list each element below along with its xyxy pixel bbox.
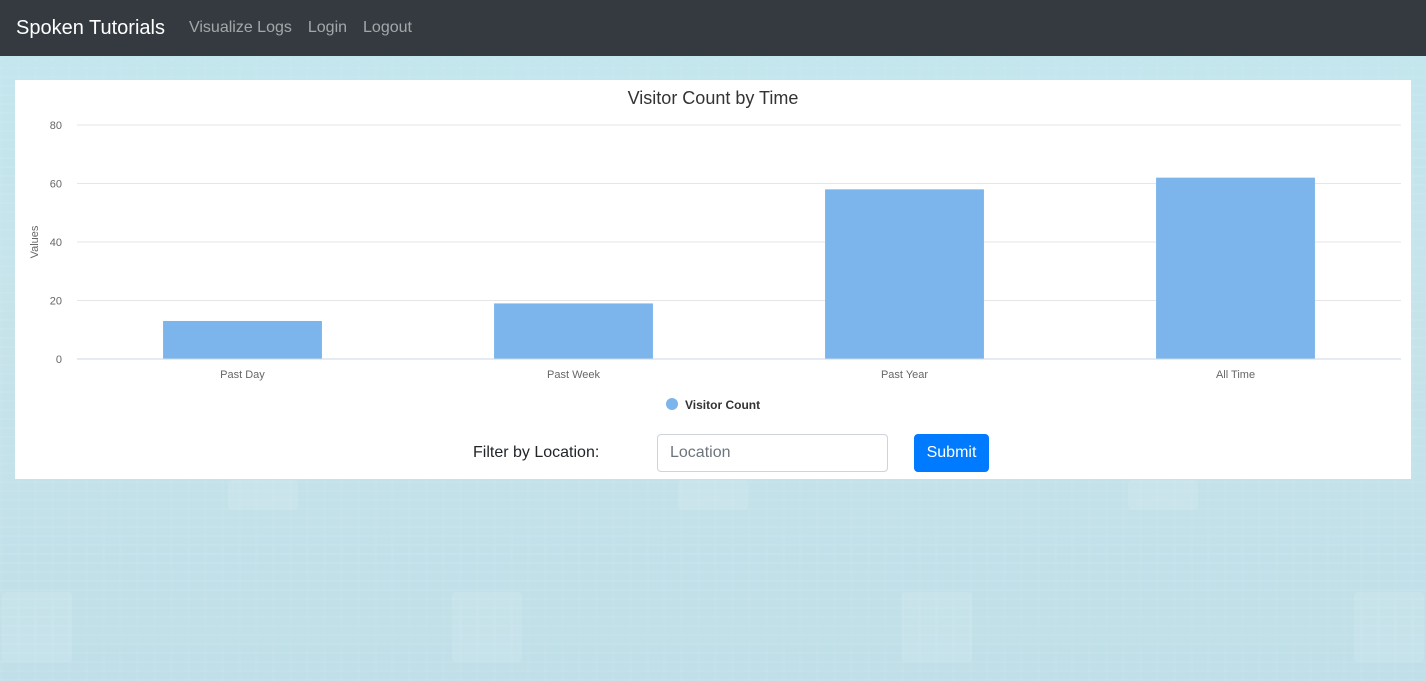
y-tick-label: 60 xyxy=(50,179,62,191)
legend-circle-icon xyxy=(666,398,678,410)
background-tile xyxy=(228,480,298,510)
background-tile xyxy=(1354,592,1424,662)
y-axis-label: Values xyxy=(29,225,41,258)
x-axis-ticks: Past Day Past Week Past Year All Time xyxy=(220,369,1255,381)
location-input[interactable] xyxy=(657,434,888,472)
chart-panel: Visitor Count by Time 0 20 40 60 80 Values P… xyxy=(15,80,1411,479)
submit-button[interactable]: Submit xyxy=(914,434,989,472)
y-tick-label: 40 xyxy=(50,237,62,249)
x-tick-label: All Time xyxy=(1216,369,1255,381)
y-tick-label: 80 xyxy=(50,120,62,132)
visitor-count-chart: Visitor Count by Time 0 20 40 60 80 Values P… xyxy=(29,88,1401,412)
background-tile xyxy=(678,480,748,510)
brand-link[interactable]: Spoken Tutorials xyxy=(16,17,165,40)
nav-link-logout[interactable]: Logout xyxy=(363,19,412,37)
background-tile xyxy=(902,592,972,662)
filter-label: Filter by Location: xyxy=(473,444,600,461)
nav-link-login[interactable]: Login xyxy=(308,19,347,37)
bar-past-year[interactable] xyxy=(825,189,984,359)
x-tick-label: Past Week xyxy=(547,369,600,381)
x-tick-label: Past Day xyxy=(220,369,265,381)
background-tile xyxy=(1128,480,1198,510)
y-axis-ticks: 0 20 40 60 80 xyxy=(50,120,62,366)
y-tick-label: 20 xyxy=(50,296,62,308)
chart-legend[interactable]: Visitor Count xyxy=(666,398,760,412)
legend-label: Visitor Count xyxy=(685,398,760,412)
bar-past-day[interactable] xyxy=(163,320,322,359)
background-tile xyxy=(452,592,522,662)
nav-link-visualize-logs[interactable]: Visualize Logs xyxy=(189,19,292,37)
x-tick-label: Past Year xyxy=(881,369,928,381)
chart-title: Visitor Count by Time xyxy=(628,88,799,108)
bar-past-week[interactable] xyxy=(494,303,653,359)
chart-bars xyxy=(163,177,1315,359)
background-tile xyxy=(2,592,72,662)
y-tick-label: 0 xyxy=(56,354,62,366)
top-navbar: Spoken Tutorials Visualize Logs Login Lo… xyxy=(0,0,1426,56)
filter-form: Filter by Location: Submit xyxy=(15,434,1411,472)
bar-all-time[interactable] xyxy=(1156,177,1315,359)
